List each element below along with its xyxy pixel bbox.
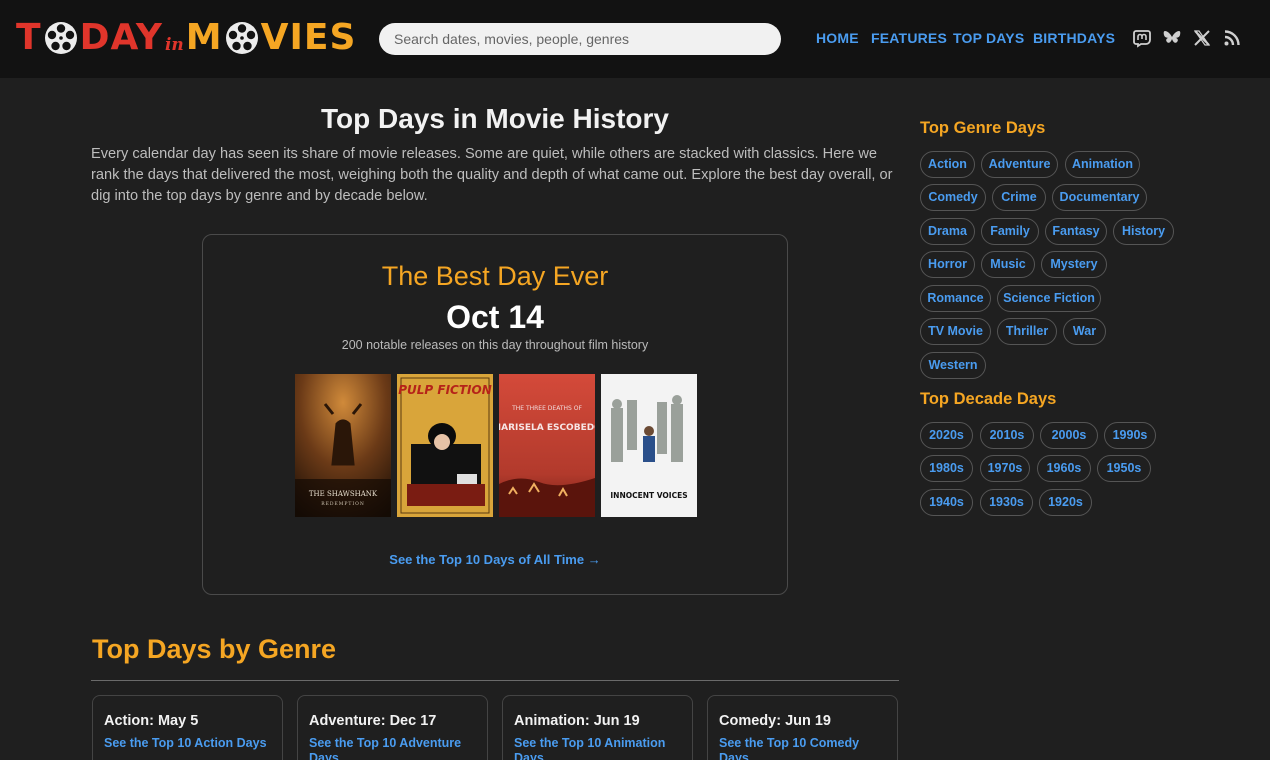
poster-pulp-fiction[interactable]: PULP FICTION — [397, 374, 493, 517]
genre-card-adventure: Adventure: Dec 17 See the Top 10 Adventu… — [297, 695, 488, 760]
poster-title: THE THREE DEATHS OF — [511, 405, 582, 412]
page-title: Top Days in Movie History — [321, 103, 669, 134]
decade-pill-1980s[interactable]: 1980s — [920, 455, 973, 482]
genre-pill-family[interactable]: Family — [981, 218, 1039, 245]
logo-letter: M — [185, 17, 223, 58]
top-10-all-time-link[interactable]: See the Top 10 Days of All Time → — [203, 552, 787, 567]
poster-three-deaths-marisela-escobedo[interactable]: THE THREE DEATHS OF MARISELA ESCOBEDO — [499, 374, 595, 517]
genre-pill-horror[interactable]: Horror — [920, 251, 975, 278]
logo-word-vies: VIES — [260, 17, 357, 58]
genre-card-link[interactable]: See the Top 10 Adventure Days — [309, 736, 481, 760]
genre-card-animation: Animation: Jun 19 See the Top 10 Animati… — [502, 695, 693, 760]
poster-title: PULP FICTION — [398, 383, 492, 397]
genre-pill-history[interactable]: History — [1113, 218, 1174, 245]
poster-shawshank-redemption[interactable]: THE SHAWSHANK REDEMPTION — [295, 374, 391, 517]
nav-features[interactable]: FEATURES — [871, 30, 947, 46]
intro-text: Every calendar day has seen its share of… — [91, 146, 893, 204]
genre-card-title: Adventure: Dec 17 — [309, 713, 437, 729]
genre-card-link[interactable]: See the Top 10 Comedy Days — [719, 736, 891, 760]
sidebar-genre-heading: Top Genre Days — [920, 119, 1046, 137]
genre-pill-drama[interactable]: Drama — [920, 218, 975, 245]
genre-card-title: Action: May 5 — [104, 713, 199, 729]
genre-card-link[interactable]: See the Top 10 Action Days — [104, 736, 276, 751]
nav-home[interactable]: HOME — [816, 30, 859, 46]
genre-pill-western[interactable]: Western — [920, 352, 986, 379]
genre-pill-science-fiction[interactable]: Science Fiction — [997, 285, 1101, 312]
genre-pill-crime[interactable]: Crime — [992, 184, 1046, 211]
genre-pill-romance[interactable]: Romance — [920, 285, 991, 312]
poster-subtitle: MARISELA ESCOBEDO — [499, 423, 595, 433]
best-day-heading: The Best Day Ever — [381, 261, 609, 291]
best-day-card: The Best Day Ever Oct 14 200 notable rel… — [202, 234, 788, 595]
decade-pill-1940s[interactable]: 1940s — [920, 489, 973, 516]
bluesky-icon[interactable] — [1162, 28, 1182, 48]
decade-pill-1970s[interactable]: 1970s — [980, 455, 1030, 482]
poster-innocent-voices[interactable]: INNOCENT VOICES — [601, 374, 697, 517]
decade-pill-1950s[interactable]: 1950s — [1097, 455, 1151, 482]
poster-title: THE SHAWSHANK — [309, 490, 378, 498]
sidebar-decade-heading: Top Decade Days — [920, 390, 1057, 408]
genre-pill-tv-movie[interactable]: TV Movie — [920, 318, 991, 345]
logo-letter: T — [16, 17, 42, 58]
genre-pill-war[interactable]: War — [1063, 318, 1106, 345]
site-header: T DAY in M VIES HOME FEATURES TOP DAYS B… — [0, 0, 1270, 78]
search-input[interactable] — [379, 23, 781, 55]
genre-card-link[interactable]: See the Top 10 Animation Days — [514, 736, 686, 760]
decade-pill-1930s[interactable]: 1930s — [980, 489, 1033, 516]
genre-pill-thriller[interactable]: Thriller — [997, 318, 1057, 345]
poster-subtitle: REDEMPTION — [321, 501, 365, 507]
nav-birthdays[interactable]: BIRTHDAYS — [1033, 30, 1115, 46]
x-icon[interactable] — [1192, 28, 1212, 48]
genre-pill-music[interactable]: Music — [981, 251, 1035, 278]
decade-pill-1920s[interactable]: 1920s — [1039, 489, 1092, 516]
film-reel-icon — [225, 22, 258, 54]
genre-pill-mystery[interactable]: Mystery — [1041, 251, 1107, 278]
genre-pill-adventure[interactable]: Adventure — [981, 151, 1058, 178]
poster-art: PULP FICTION — [397, 374, 493, 517]
best-day-date: Oct 14 — [446, 299, 544, 335]
poster-art: INNOCENT VOICES — [601, 374, 697, 517]
genre-section-heading: Top Days by Genre — [92, 634, 337, 664]
section-divider — [91, 680, 899, 681]
genre-pill-comedy[interactable]: Comedy — [920, 184, 986, 211]
decade-pill-2020s[interactable]: 2020s — [920, 422, 973, 449]
logo-word-in: in — [164, 35, 184, 55]
decade-pill-1960s[interactable]: 1960s — [1037, 455, 1091, 482]
genre-card-action: Action: May 5 See the Top 10 Action Days — [92, 695, 283, 760]
film-reel-icon — [44, 22, 77, 54]
genre-pill-action[interactable]: Action — [920, 151, 975, 178]
poster-art: THE SHAWSHANK REDEMPTION — [295, 374, 391, 517]
decade-pill-2000s[interactable]: 2000s — [1040, 422, 1098, 449]
decade-pill-1990s[interactable]: 1990s — [1104, 422, 1156, 449]
decade-pill-2010s[interactable]: 2010s — [980, 422, 1034, 449]
genre-card-title: Animation: Jun 19 — [514, 713, 640, 729]
nav-top-days[interactable]: TOP DAYS — [953, 30, 1024, 46]
rss-icon[interactable] — [1222, 28, 1242, 48]
genre-card-comedy: Comedy: Jun 19 See the Top 10 Comedy Day… — [707, 695, 898, 760]
genre-pill-animation[interactable]: Animation — [1065, 151, 1140, 178]
genre-card-title: Comedy: Jun 19 — [719, 713, 831, 729]
genre-pill-fantasy[interactable]: Fantasy — [1045, 218, 1107, 245]
genre-pill-documentary[interactable]: Documentary — [1052, 184, 1147, 211]
mastodon-icon[interactable] — [1132, 28, 1152, 48]
poster-title: INNOCENT VOICES — [610, 491, 687, 500]
best-day-subtitle: 200 notable releases on this day through… — [341, 338, 649, 352]
logo-word-day: DAY — [79, 17, 163, 58]
poster-art: THE THREE DEATHS OF MARISELA ESCOBEDO — [499, 374, 595, 517]
site-logo[interactable]: T DAY in M VIES — [16, 18, 356, 58]
